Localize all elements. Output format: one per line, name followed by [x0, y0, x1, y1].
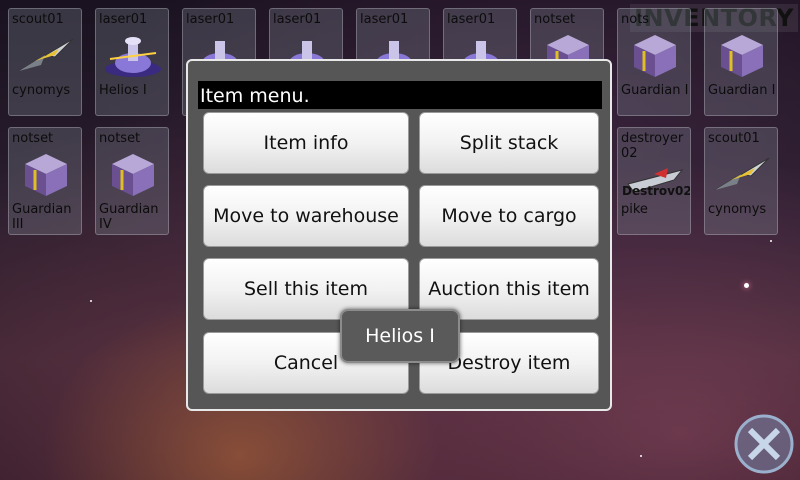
toast-message: Helios I [340, 309, 460, 363]
inventory-slot[interactable]: nots Guardian I [617, 8, 691, 116]
cube-icon [25, 154, 67, 196]
slot-name: Helios I [99, 83, 147, 98]
inventory-slot[interactable]: notset Guardian III [8, 127, 82, 235]
cube-icon [112, 154, 154, 196]
star [744, 283, 749, 288]
split-stack-button[interactable]: Split stack [419, 112, 599, 174]
star [640, 455, 642, 457]
star [770, 240, 772, 242]
inventory-slot[interactable]: scout01 cynomys [704, 127, 778, 235]
slot-code: laser01 [99, 12, 148, 27]
slot-code: laser01 [273, 12, 322, 27]
star [90, 300, 92, 302]
slot-code: scout01 [12, 12, 64, 27]
slot-name: Guardian III [12, 202, 72, 232]
slot-code: nots [621, 12, 650, 27]
slot-overlay-label: Destrov02 [622, 184, 691, 198]
ship-icon [714, 157, 770, 191]
slot-code: notset [99, 131, 141, 146]
inventory-slot[interactable]: scout01 cynomys [8, 8, 82, 116]
dialog-title: Item menu. [198, 81, 602, 109]
move-to-warehouse-button[interactable]: Move to warehouse [203, 185, 409, 247]
slot-code: notset [12, 131, 54, 146]
ship-icon [18, 38, 74, 72]
laser-icon [105, 37, 161, 77]
slot-code: notset [534, 12, 576, 27]
slot-name: cynomys [708, 202, 767, 217]
inventory-slot[interactable]: laser01 Helios I [95, 8, 169, 116]
item-info-button[interactable]: Item info [203, 112, 409, 174]
slot-name: pike [621, 202, 648, 217]
inventory-slot[interactable]: destroyer 02 Destrov02 pike [617, 127, 691, 235]
slot-code: laser01 [186, 12, 235, 27]
slot-name: Guardian I [621, 83, 689, 98]
slot-name: Guardian I [708, 83, 776, 98]
slot-code: laser01 [360, 12, 409, 27]
cube-icon [634, 35, 676, 77]
slot-name: Guardian IV [99, 202, 159, 232]
slot-code: scout01 [708, 131, 760, 146]
slot-name: cynomys [12, 83, 71, 98]
cube-icon [721, 35, 763, 77]
slot-code: laser01 [447, 12, 496, 27]
inventory-slot[interactable]: notset Guardian IV [95, 127, 169, 235]
inventory-slot[interactable]: Guardian I [704, 8, 778, 116]
close-icon[interactable] [732, 412, 796, 476]
move-to-cargo-button[interactable]: Move to cargo [419, 185, 599, 247]
